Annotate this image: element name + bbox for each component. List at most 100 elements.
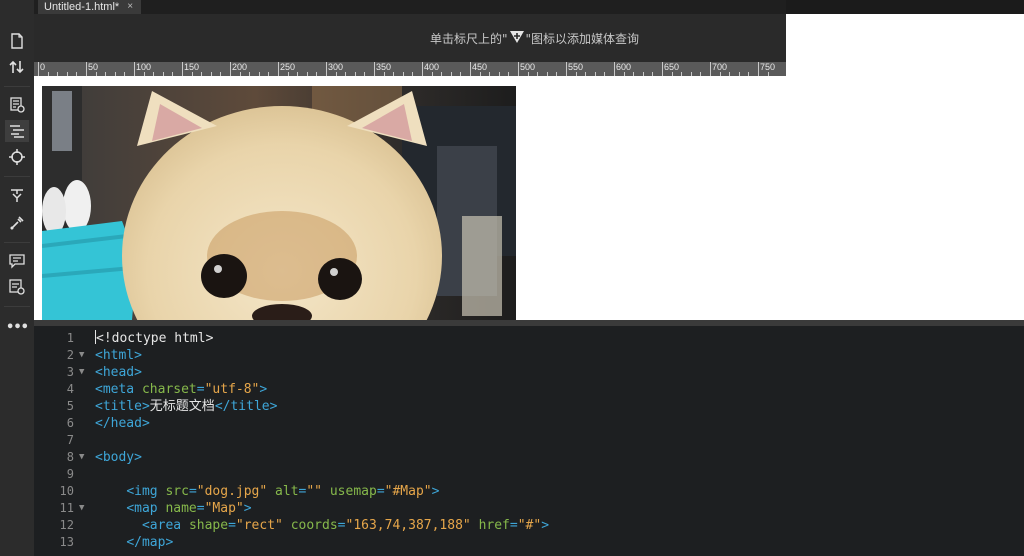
comment-icon[interactable] (5, 250, 29, 272)
code-token: > (259, 382, 268, 397)
ruler-tick (566, 62, 567, 76)
code-token: <img (126, 484, 166, 499)
code-token: <body> (95, 450, 142, 465)
code-text: <img src="dog.jpg" alt="" usemap="#Map"> (95, 483, 439, 500)
ruler-label: 100 (136, 62, 152, 72)
line-number: 1 (66, 331, 74, 345)
line-number: 7 (66, 433, 74, 447)
code-token: = (196, 501, 205, 516)
target-icon[interactable] (5, 146, 29, 168)
fold-toggle-icon[interactable]: ▼ (79, 364, 84, 381)
code-token: > (541, 518, 550, 533)
media-query-bar[interactable]: 单击标尺上的" "图标以添加媒体查询 (34, 14, 786, 62)
code-view[interactable]: 1 <!doctype html> 2 ▼ <html> 3 ▼ <head> 4 <meta c… (34, 326, 1024, 556)
ruler-tick (518, 62, 519, 76)
code-token: src (165, 484, 189, 499)
code-text: <head> (95, 364, 142, 381)
code-token: = (196, 382, 205, 397)
line-number: 2 (66, 348, 74, 362)
ruler-label: 300 (328, 62, 344, 72)
validate-icon[interactable] (5, 276, 29, 298)
ruler-label: 700 (712, 62, 728, 72)
ruler-tick (758, 62, 759, 76)
code-line[interactable]: 12 <area shape="rect" coords="163,74,387… (34, 517, 1024, 534)
code-line[interactable]: 11 ▼ <map name="Map"> (34, 500, 1024, 517)
code-text: <body> (95, 449, 142, 466)
ruler-tick (134, 62, 135, 76)
document-tab[interactable]: Untitled-1.html* × (38, 0, 142, 14)
ruler-label: 250 (280, 62, 296, 72)
fold-toggle-icon[interactable]: ▼ (79, 449, 84, 466)
code-line[interactable]: 8 ▼ <body> (34, 449, 1024, 466)
code-token: > (431, 484, 440, 499)
fold-toggle-icon[interactable]: ▼ (79, 500, 84, 517)
code-token: <meta (95, 382, 142, 397)
code-token: = (337, 518, 346, 533)
code-token: usemap (329, 484, 377, 499)
dog-image[interactable] (42, 86, 516, 320)
code-line[interactable]: 13 </map> (34, 534, 1024, 551)
fold-toggle-icon[interactable]: ▼ (79, 347, 84, 364)
code-token: href (478, 518, 510, 533)
code-text: <title>无标题文档</title> (95, 398, 277, 415)
code-line[interactable]: 9 (34, 466, 1024, 483)
line-number: 8 (66, 450, 74, 464)
code-navigator-icon[interactable] (5, 120, 29, 142)
code-text: </head> (95, 415, 150, 432)
code-tools-icon[interactable] (5, 184, 29, 206)
code-line[interactable]: 6 </head> (34, 415, 1024, 432)
line-number: 9 (66, 467, 74, 481)
ruler-tick (230, 62, 231, 76)
live-view-icon[interactable] (5, 94, 29, 116)
more-icon[interactable]: ••• (5, 316, 29, 338)
code-token: > (243, 501, 252, 516)
code-token: "rect" (235, 518, 283, 533)
code-line[interactable]: 1 <!doctype html> (34, 330, 1024, 347)
code-token: = (509, 518, 518, 533)
file-transfer-icon[interactable] (5, 56, 29, 78)
code-line[interactable]: 2 ▼ <html> (34, 347, 1024, 364)
line-number: 13 (59, 535, 74, 549)
new-document-icon[interactable] (5, 30, 29, 52)
inspect-icon[interactable] (5, 212, 29, 234)
code-text: <area shape="rect" coords="163,74,387,18… (95, 517, 549, 534)
code-line[interactable]: 7 (34, 432, 1024, 449)
code-token: "Map" (204, 501, 244, 516)
code-line[interactable]: 5 <title>无标题文档</title> (34, 398, 1024, 415)
code-text: <meta charset="utf-8"> (95, 381, 267, 398)
code-token: <html> (95, 348, 142, 363)
canvas-background (786, 14, 1024, 320)
ruler-tick (326, 62, 327, 76)
code-token: charset (141, 382, 197, 397)
code-token: name (165, 501, 197, 516)
code-token: </title> (214, 399, 278, 414)
code-line[interactable]: 4 <meta charset="utf-8"> (34, 381, 1024, 398)
ruler-tick (182, 62, 183, 76)
code-token: </head> (95, 416, 150, 431)
code-token: 无标题文档 (149, 399, 215, 414)
line-number: 3 (66, 365, 74, 379)
ruler-label: 450 (472, 62, 488, 72)
code-line[interactable]: 10 <img src="dog.jpg" alt="" usemap="#Ma… (34, 483, 1024, 500)
code-token: = (376, 484, 385, 499)
ruler[interactable]: 0 50 100 150 200 250 300 350 400 450 500 550 600 650 7… (34, 62, 786, 76)
line-number: 4 (66, 382, 74, 396)
media-query-add-icon (509, 30, 525, 47)
ruler-tick (662, 62, 663, 76)
ruler-label: 650 (664, 62, 680, 72)
left-toolbar: ••• (0, 0, 35, 556)
close-tab-icon[interactable]: × (127, 0, 133, 14)
code-token: = (188, 484, 197, 499)
media-query-hint: 单击标尺上的" "图标以添加媒体查询 (430, 30, 639, 47)
code-text: <html> (95, 347, 142, 364)
code-line[interactable]: 3 ▼ <head> (34, 364, 1024, 381)
code-token: <head> (95, 365, 142, 380)
code-token: "163,74,387,188" (345, 518, 471, 533)
ruler-label: 200 (232, 62, 248, 72)
